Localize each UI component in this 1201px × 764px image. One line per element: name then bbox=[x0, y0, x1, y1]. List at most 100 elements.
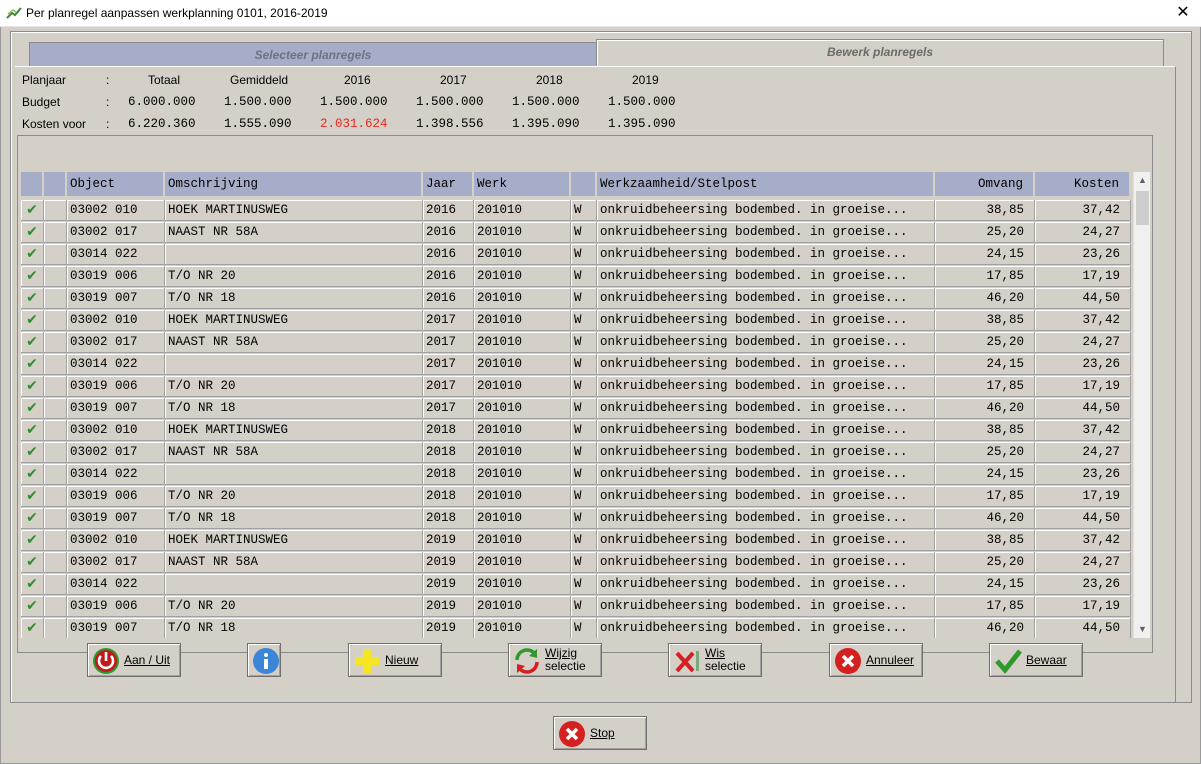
scroll-down-icon[interactable]: ▼ bbox=[1134, 621, 1151, 638]
wijzig-selectie-button[interactable]: Wijzig selectie bbox=[508, 643, 602, 677]
table-row[interactable]: ✔ 03014 022 2019 201010 Wonkruidbeheersing b… bbox=[21, 574, 1131, 596]
cell-werkzaamheid: onkruidbeheersing bodembed. in groeise..… bbox=[597, 508, 935, 529]
cell-type: W bbox=[571, 464, 597, 485]
column-header-type[interactable] bbox=[571, 172, 597, 196]
row-check-icon[interactable]: ✔ bbox=[21, 310, 44, 331]
row-check-icon[interactable]: ✔ bbox=[21, 574, 44, 595]
power-icon bbox=[93, 648, 119, 674]
row-check-icon[interactable]: ✔ bbox=[21, 464, 44, 485]
cell-kosten: 44,50 bbox=[1035, 398, 1131, 419]
cell-werkzaamheid: onkruidbeheersing bodembed. in groeise..… bbox=[597, 596, 935, 617]
row-check-icon[interactable]: ✔ bbox=[21, 420, 44, 441]
cell-kosten: 37,42 bbox=[1035, 530, 1131, 551]
cell-jaar: 2017 bbox=[423, 376, 474, 397]
row-check-icon[interactable]: ✔ bbox=[21, 200, 44, 221]
cell-object: 03002 017 bbox=[67, 332, 165, 353]
cell-omvang: 17,85 bbox=[935, 596, 1035, 617]
bewaar-button[interactable]: Bewaar bbox=[989, 643, 1083, 677]
table-row[interactable]: ✔ 03002 010 HOEK MARTINUSWEG 2017 201010 Wonk… bbox=[21, 310, 1131, 332]
row-check-icon[interactable]: ✔ bbox=[21, 508, 44, 529]
column-header-jaar[interactable]: Jaar bbox=[423, 172, 474, 196]
row-check-icon[interactable]: ✔ bbox=[21, 398, 44, 419]
table-row[interactable]: ✔ 03002 017 NAAST NR 58A 2016 201010 Wonkruid… bbox=[21, 222, 1131, 244]
cell-type: W bbox=[571, 508, 597, 529]
column-header-omvang[interactable]: Omvang bbox=[935, 172, 1035, 196]
close-icon[interactable]: ✕ bbox=[1165, 0, 1201, 26]
cell-werkzaamheid: onkruidbeheersing bodembed. in groeise..… bbox=[597, 398, 935, 419]
cell-object: 03014 022 bbox=[67, 244, 165, 265]
table-row[interactable]: ✔ 03019 007 T/O NR 18 2018 201010 Wonkruidbeh… bbox=[21, 508, 1131, 530]
cell-omvang: 25,20 bbox=[935, 442, 1035, 463]
summary-row: Budget: 6.000.000 1.500.000 1.500.000 1.500.… bbox=[22, 92, 702, 114]
row-check-icon[interactable]: ✔ bbox=[21, 354, 44, 375]
cell-omvang: 38,85 bbox=[935, 530, 1035, 551]
nieuw-button[interactable]: Nieuw bbox=[348, 643, 442, 677]
column-header-kosten[interactable]: Kosten bbox=[1035, 172, 1131, 196]
tab-bewerk-planregels[interactable]: Bewerk planregels bbox=[596, 39, 1164, 67]
table-row[interactable]: ✔ 03002 010 HOEK MARTINUSWEG 2018 201010 Wonk… bbox=[21, 420, 1131, 442]
checkmark-icon bbox=[995, 649, 1022, 674]
column-header-werk[interactable]: Werk bbox=[474, 172, 571, 196]
table-row[interactable]: ✔ 03002 010 HOEK MARTINUSWEG 2016 201010 Wonk… bbox=[21, 200, 1131, 222]
column-header-werkzaamheid[interactable]: Werkzaamheid/Stelpost bbox=[597, 172, 935, 196]
cell-omvang: 38,85 bbox=[935, 200, 1035, 221]
cell-jaar: 2017 bbox=[423, 354, 474, 375]
cell-werkzaamheid: onkruidbeheersing bodembed. in groeise..… bbox=[597, 310, 935, 331]
cell-object: 03002 017 bbox=[67, 222, 165, 243]
vertical-scrollbar[interactable]: ▲ ▼ bbox=[1133, 172, 1150, 638]
table-row[interactable]: ✔ 03014 022 2018 201010 Wonkruidbeheersing b… bbox=[21, 464, 1131, 486]
cell-kosten: 44,50 bbox=[1035, 508, 1131, 529]
cell-werkzaamheid: onkruidbeheersing bodembed. in groeise..… bbox=[597, 288, 935, 309]
info-button[interactable] bbox=[247, 643, 281, 677]
column-header-mark[interactable] bbox=[44, 172, 67, 196]
cell-werk: 201010 bbox=[474, 486, 571, 507]
cell-kosten: 24,27 bbox=[1035, 332, 1131, 353]
table-row[interactable]: ✔ 03019 006 T/O NR 20 2018 201010 Wonkruidbeh… bbox=[21, 486, 1131, 508]
table-row[interactable]: ✔ 03019 007 T/O NR 18 2016 201010 Wonkruidbeh… bbox=[21, 288, 1131, 310]
cell-werk: 201010 bbox=[474, 618, 571, 638]
table-row[interactable]: ✔ 03002 017 NAAST NR 58A 2017 201010 Wonkruid… bbox=[21, 332, 1131, 354]
row-check-icon[interactable]: ✔ bbox=[21, 288, 44, 309]
cell-type: W bbox=[571, 618, 597, 638]
column-header-object[interactable]: Object bbox=[67, 172, 165, 196]
cell-type: W bbox=[571, 332, 597, 353]
wis-selectie-button[interactable]: Wis selectie bbox=[668, 643, 762, 677]
row-check-icon[interactable]: ✔ bbox=[21, 596, 44, 617]
table-row[interactable]: ✔ 03019 007 T/O NR 18 2017 201010 Wonkruidbeh… bbox=[21, 398, 1131, 420]
cell-mark bbox=[44, 552, 67, 573]
table-row[interactable]: ✔ 03002 017 NAAST NR 58A 2019 201010 Wonkruid… bbox=[21, 552, 1131, 574]
table-row[interactable]: ✔ 03019 006 T/O NR 20 2017 201010 Wonkruidbeh… bbox=[21, 376, 1131, 398]
aan-uit-button[interactable]: Aan / Uit bbox=[87, 643, 181, 677]
row-check-icon[interactable]: ✔ bbox=[21, 376, 44, 397]
annuleer-button[interactable]: Annuleer bbox=[829, 643, 923, 677]
scroll-thumb[interactable] bbox=[1136, 191, 1149, 225]
row-check-icon[interactable]: ✔ bbox=[21, 486, 44, 507]
row-check-icon[interactable]: ✔ bbox=[21, 530, 44, 551]
table-row[interactable]: ✔ 03014 022 2016 201010 Wonkruidbeheersing b… bbox=[21, 244, 1131, 266]
cell-object: 03002 017 bbox=[67, 552, 165, 573]
tab-selecteer-planregels[interactable]: Selecteer planregels bbox=[29, 42, 597, 66]
table-row[interactable]: ✔ 03002 017 NAAST NR 58A 2018 201010 Wonkruid… bbox=[21, 442, 1131, 464]
scroll-up-icon[interactable]: ▲ bbox=[1134, 172, 1151, 189]
row-check-icon[interactable]: ✔ bbox=[21, 442, 44, 463]
cell-type: W bbox=[571, 596, 597, 617]
table-row[interactable]: ✔ 03019 006 T/O NR 20 2016 201010 Wonkruidbeh… bbox=[21, 266, 1131, 288]
table-row[interactable]: ✔ 03019 006 T/O NR 20 2019 201010 Wonkruidbeh… bbox=[21, 596, 1131, 618]
stop-button[interactable]: Stop bbox=[553, 716, 647, 750]
cell-omschrijving: T/O NR 18 bbox=[165, 508, 423, 529]
row-check-icon[interactable]: ✔ bbox=[21, 332, 44, 353]
nieuw-label: Nieuw bbox=[385, 652, 419, 667]
row-check-icon[interactable]: ✔ bbox=[21, 618, 44, 638]
row-check-icon[interactable]: ✔ bbox=[21, 222, 44, 243]
table-row[interactable]: ✔ 03002 010 HOEK MARTINUSWEG 2019 201010 Wonk… bbox=[21, 530, 1131, 552]
row-check-icon[interactable]: ✔ bbox=[21, 266, 44, 287]
cell-jaar: 2017 bbox=[423, 332, 474, 353]
table-row[interactable]: ✔ 03019 007 T/O NR 18 2019 201010 Wonkruidbeh… bbox=[21, 618, 1131, 638]
table-row[interactable]: ✔ 03014 022 2017 201010 Wonkruidbeheersing b… bbox=[21, 354, 1131, 376]
column-header-check[interactable] bbox=[21, 172, 44, 196]
column-header-omschrijving[interactable]: Omschrijving bbox=[165, 172, 423, 196]
cell-omvang: 46,20 bbox=[935, 288, 1035, 309]
cell-mark bbox=[44, 332, 67, 353]
row-check-icon[interactable]: ✔ bbox=[21, 244, 44, 265]
row-check-icon[interactable]: ✔ bbox=[21, 552, 44, 573]
